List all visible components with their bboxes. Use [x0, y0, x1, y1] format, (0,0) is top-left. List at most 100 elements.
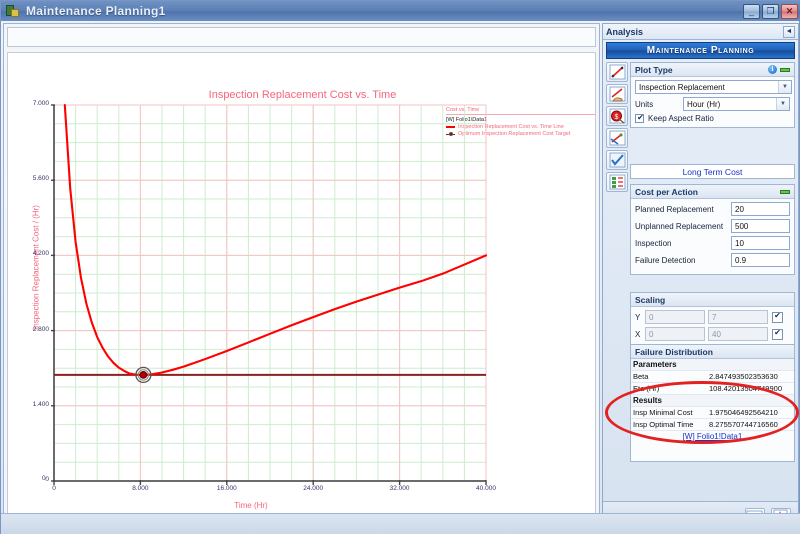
- origin-tick-label: 0: [42, 475, 46, 482]
- cost-row-input[interactable]: 10: [731, 236, 790, 250]
- chart-canvas: [51, 103, 488, 485]
- panel-collapse-button[interactable]: ◄: [783, 25, 795, 38]
- restore-icon: ❐: [766, 5, 775, 16]
- scaling-max-input[interactable]: 40: [708, 327, 768, 341]
- svg-text:$: $: [615, 114, 619, 121]
- cost-per-action-group: Cost per Action Planned Replacement 20 Unp…: [630, 184, 795, 275]
- plot-type-header: Plot Type i: [631, 63, 794, 77]
- application-window: Maintenance Planning1 _ ❐ ✕ ReliaSoft We…: [0, 0, 800, 534]
- plot-hand-icon[interactable]: [606, 84, 628, 104]
- parameter-row: Eta (Hr) 108.42013504749900: [631, 382, 794, 395]
- plot-type-value: Inspection Replacement: [639, 82, 725, 92]
- close-icon: ✕: [785, 5, 794, 16]
- analysis-panel-header: Analysis ◄: [603, 24, 798, 40]
- result-row-label: Insp Optimal Time: [631, 418, 707, 431]
- app-icon: [5, 3, 21, 19]
- maintenance-planning-banner: Maintenance Planning: [606, 42, 795, 59]
- scaling-axis-label: X: [635, 329, 641, 339]
- result-row: Insp Minimal Cost 1.975046492564210: [631, 406, 794, 419]
- scaling-auto-checkbox[interactable]: [772, 311, 783, 323]
- cost-per-action-title: Cost per Action: [635, 186, 698, 197]
- restore-button[interactable]: ❐: [762, 3, 779, 19]
- plot-target-icon[interactable]: $: [606, 106, 628, 126]
- window-titlebar: Maintenance Planning1 _ ❐ ✕: [1, 1, 800, 21]
- result-row-value: 1.975046492564210: [707, 406, 794, 419]
- result-row-value: 8.275570744716560: [707, 418, 794, 431]
- green-bar-icon[interactable]: [780, 189, 790, 194]
- plot-settings-icon[interactable]: [606, 128, 628, 148]
- chevron-down-icon[interactable]: ▼: [778, 81, 791, 93]
- failure-distribution-title: Failure Distribution: [635, 346, 713, 357]
- result-row: Insp Optimal Time 8.275570744716560: [631, 418, 794, 431]
- window-bottom-bar: [1, 513, 800, 534]
- cost-row: Planned Replacement 20: [635, 202, 790, 216]
- scaling-header: Scaling: [631, 293, 794, 307]
- x-axis-tick-label: 0: [52, 485, 56, 492]
- results-header: Results: [631, 394, 794, 407]
- x-axis-tick-label: 40.000: [476, 485, 496, 492]
- minimize-button[interactable]: _: [743, 3, 760, 19]
- y-axis-tick-label: 2.800: [32, 325, 49, 333]
- scaling-row: X 0 40: [635, 327, 790, 341]
- document-toolbar-strip: [7, 27, 596, 47]
- cost-row-input[interactable]: 20: [731, 202, 790, 216]
- x-axis-tick-label: 32.000: [389, 485, 410, 492]
- parameter-row-value: 108.42013504749900: [707, 382, 794, 395]
- x-axis-tick-label: 24.000: [303, 485, 324, 492]
- scaling-auto-checkbox[interactable]: [772, 328, 783, 340]
- cost-row-input[interactable]: 500: [731, 219, 790, 233]
- failure-distribution-header: Failure Distribution: [631, 345, 794, 359]
- plot-line-icon[interactable]: [606, 62, 628, 82]
- scaling-group: Scaling Y07 X040: [630, 292, 795, 349]
- result-row-label: Insp Minimal Cost: [631, 406, 707, 419]
- plot-list-icon[interactable]: [606, 172, 628, 192]
- x-axis-tick-label: 8.000: [132, 485, 149, 492]
- parameter-row-label: Beta: [631, 370, 707, 383]
- scaling-max-input[interactable]: 7: [708, 310, 768, 324]
- plot-check-icon[interactable]: [606, 150, 628, 170]
- cost-row: Unplanned Replacement 500: [635, 219, 790, 233]
- close-button[interactable]: ✕: [781, 3, 798, 19]
- long-term-cost-button[interactable]: Long Term Cost: [630, 164, 795, 179]
- window-title: Maintenance Planning1: [26, 4, 166, 18]
- minimize-icon: _: [748, 5, 754, 16]
- y-axis-tick-label: 7.000: [32, 100, 49, 107]
- folio-data-link[interactable]: [W] Folio1!Data1: [631, 431, 794, 441]
- plot-type-group: Plot Type i Inspection Replacement ▼ Uni…: [630, 62, 795, 128]
- parameters-header: Parameters: [631, 359, 794, 371]
- window-controls: _ ❐ ✕: [743, 3, 798, 19]
- chevron-down-icon[interactable]: ▼: [776, 98, 789, 110]
- cost-row-label: Unplanned Replacement: [635, 221, 724, 231]
- cost-row: Failure Detection 0.9: [635, 253, 790, 267]
- failure-distribution-group: Failure Distribution Parameters Beta 2.847…: [630, 344, 795, 462]
- parameters-header-label: Parameters: [631, 359, 794, 371]
- results-header-label: Results: [631, 394, 794, 407]
- cost-per-action-header: Cost per Action: [631, 185, 794, 199]
- y-axis-tick-label: 1.400: [32, 400, 49, 408]
- scaling-rows: Y07 X040: [631, 307, 794, 348]
- parameter-row-value: 2.847493502353630: [707, 370, 794, 383]
- units-label: Units: [635, 99, 654, 109]
- scaling-row: Y07: [635, 310, 790, 324]
- scaling-min-input[interactable]: 0: [645, 310, 705, 324]
- y-axis-tick-label: 4.200: [32, 250, 49, 258]
- keep-aspect-ratio-label: Keep Aspect Ratio: [648, 114, 714, 123]
- y-axis-tick-label: 5.600: [32, 175, 49, 183]
- parameter-row: Beta 2.847493502353630: [631, 370, 794, 383]
- info-icon[interactable]: i: [768, 65, 777, 74]
- cost-per-action-rows: Planned Replacement 20 Unplanned Replaceme…: [631, 199, 794, 274]
- analysis-panel-title: Analysis: [606, 26, 644, 37]
- scaling-title: Scaling: [635, 294, 666, 305]
- scaling-min-input[interactable]: 0: [645, 327, 705, 341]
- scaling-axis-label: Y: [635, 312, 641, 322]
- green-bar-icon[interactable]: [780, 67, 790, 72]
- plot-type-title: Plot Type: [635, 64, 673, 75]
- analysis-panel: Analysis ◄ Maintenance Planning $ Plot T…: [602, 23, 799, 533]
- plot-frame[interactable]: Inspection Replacement Cost vs. Time Cos…: [7, 52, 596, 519]
- plot-tool-rail: $: [605, 62, 629, 192]
- units-select[interactable]: Hour (Hr) ▼: [683, 97, 790, 111]
- keep-aspect-ratio-checkbox[interactable]: [635, 113, 645, 123]
- plot-type-select[interactable]: Inspection Replacement ▼: [635, 80, 792, 94]
- cost-row-input[interactable]: 0.9: [731, 253, 790, 267]
- cost-row-label: Planned Replacement: [635, 204, 714, 214]
